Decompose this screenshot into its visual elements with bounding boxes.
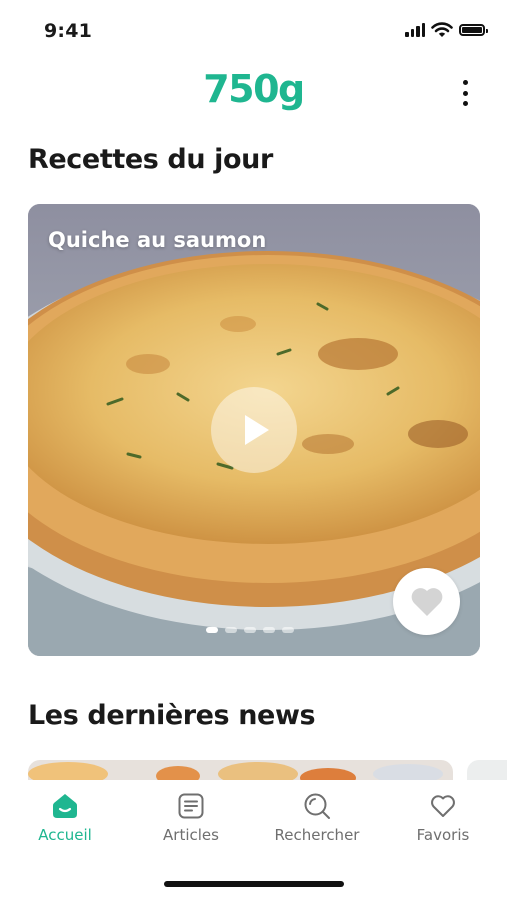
status-bar: 9:41	[0, 0, 507, 60]
tab-label: Articles	[163, 826, 219, 844]
news-image	[28, 760, 453, 782]
more-options-icon[interactable]	[455, 80, 475, 106]
search-icon	[304, 793, 330, 819]
tab-label: Accueil	[38, 826, 92, 844]
cellular-signal-icon	[405, 23, 425, 37]
tab-articles[interactable]: Articles	[128, 792, 254, 852]
favorite-button[interactable]	[393, 568, 460, 635]
news-card[interactable]	[467, 760, 507, 782]
tab-rechercher[interactable]: Rechercher	[254, 792, 380, 852]
home-indicator[interactable]	[164, 881, 344, 887]
carousel-dot[interactable]	[282, 627, 294, 633]
app-header: 750g	[0, 60, 507, 120]
tab-label: Favoris	[416, 826, 470, 844]
carousel-dot[interactable]	[225, 627, 237, 633]
bottom-tab-bar: Accueil Articles Rechercher Favoris	[0, 780, 507, 900]
status-icons	[405, 22, 488, 38]
carousel-dots	[206, 627, 294, 633]
recipes-section-title: Recettes du jour	[28, 144, 273, 175]
heart-icon	[431, 795, 455, 817]
status-time: 9:41	[44, 20, 93, 42]
recipe-title: Quiche au saumon	[48, 228, 267, 252]
news-section-title: Les dernières news	[28, 700, 316, 731]
carousel-dot[interactable]	[206, 627, 218, 633]
articles-icon	[178, 793, 204, 819]
tab-favoris[interactable]: Favoris	[380, 792, 506, 852]
home-icon	[53, 794, 77, 818]
tab-accueil[interactable]: Accueil	[2, 792, 128, 852]
news-carousel	[0, 760, 507, 782]
play-icon	[245, 415, 269, 445]
battery-icon	[459, 24, 488, 36]
carousel-dot[interactable]	[263, 627, 275, 633]
tab-label: Rechercher	[274, 826, 360, 844]
heart-icon	[411, 588, 443, 616]
wifi-icon	[431, 22, 453, 37]
play-video-button[interactable]	[211, 387, 297, 473]
app-logo: 750g	[203, 67, 305, 111]
carousel-dot[interactable]	[244, 627, 256, 633]
news-card[interactable]	[28, 760, 453, 782]
recipe-card[interactable]: Quiche au saumon	[28, 204, 480, 656]
